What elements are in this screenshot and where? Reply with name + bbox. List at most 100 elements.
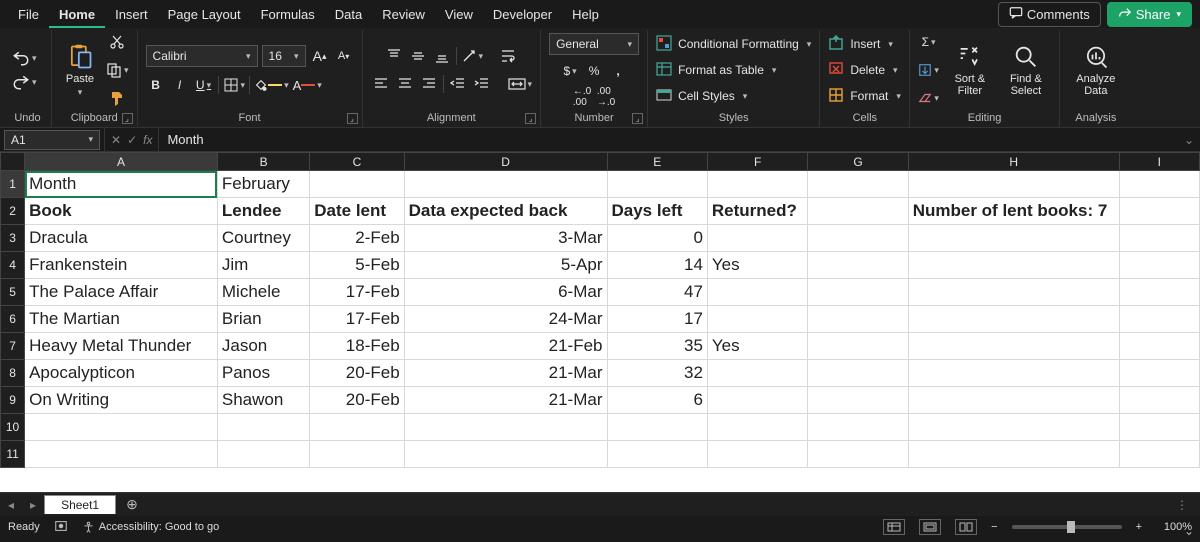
cell[interactable] [607, 441, 707, 468]
cell[interactable] [808, 333, 908, 360]
cell[interactable] [1119, 387, 1199, 414]
column-header[interactable]: E [607, 153, 707, 171]
cell[interactable]: Month [25, 171, 218, 198]
menu-tab-formulas[interactable]: Formulas [251, 3, 325, 26]
cell[interactable]: 17 [607, 306, 707, 333]
borders-button[interactable] [223, 75, 246, 95]
cell[interactable]: The Martian [25, 306, 218, 333]
font-launcher[interactable]: ⌟ [347, 113, 358, 124]
cell[interactable]: 0 [607, 225, 707, 252]
cell[interactable] [217, 414, 309, 441]
cell[interactable] [808, 414, 908, 441]
cell[interactable]: 14 [607, 252, 707, 279]
analyze-data-button[interactable]: Analyze Data [1068, 34, 1124, 106]
cell[interactable]: 20-Feb [310, 387, 404, 414]
cell[interactable]: Brian [217, 306, 309, 333]
cell[interactable] [1119, 171, 1199, 198]
align-top-button[interactable] [384, 46, 404, 66]
sheet-nav-next[interactable]: ▸ [22, 498, 44, 512]
increase-font-button[interactable]: A▴ [310, 46, 330, 66]
cell[interactable]: 21-Feb [404, 333, 607, 360]
cell[interactable]: Data expected back [404, 198, 607, 225]
merge-center-button[interactable] [508, 74, 533, 94]
cell[interactable]: 18-Feb [310, 333, 404, 360]
formula-expand-button[interactable]: ⌄ [1178, 133, 1200, 147]
cell[interactable] [808, 360, 908, 387]
cell[interactable]: Jim [217, 252, 309, 279]
cell[interactable]: Heavy Metal Thunder [25, 333, 218, 360]
cell[interactable]: Jason [217, 333, 309, 360]
cell[interactable] [808, 279, 908, 306]
cell[interactable]: Number of lent books: 7 [908, 198, 1119, 225]
select-all-corner[interactable] [1, 153, 25, 171]
cell-styles-button[interactable]: Cell Styles [656, 85, 747, 107]
enter-formula-icon[interactable]: ✓ [127, 133, 137, 147]
cell[interactable] [1119, 225, 1199, 252]
cell[interactable]: February [217, 171, 309, 198]
fx-icon[interactable]: fx [143, 133, 152, 147]
cell[interactable]: 20-Feb [310, 360, 404, 387]
row-header[interactable]: 10 [1, 414, 25, 441]
increase-indent-button[interactable] [472, 74, 492, 94]
cell[interactable] [310, 414, 404, 441]
cut-button[interactable] [107, 32, 127, 52]
cell[interactable]: 21-Mar [404, 387, 607, 414]
cells-delete-button[interactable]: Delete [828, 59, 897, 81]
cell[interactable] [908, 252, 1119, 279]
format-as-table-button[interactable]: Format as Table [656, 59, 776, 81]
alignment-launcher[interactable]: ⌟ [525, 113, 536, 124]
cell[interactable] [808, 171, 908, 198]
zoom-out-button[interactable]: − [991, 521, 997, 533]
name-box[interactable]: A1 ▾ [4, 130, 100, 150]
cell[interactable]: 21-Mar [404, 360, 607, 387]
redo-button[interactable] [12, 72, 37, 92]
cell[interactable] [908, 333, 1119, 360]
accessibility-status[interactable]: Accessibility: Good to go [82, 521, 219, 534]
cell[interactable] [404, 414, 607, 441]
align-left-button[interactable] [371, 74, 391, 94]
menu-tab-insert[interactable]: Insert [105, 3, 158, 26]
cell[interactable] [404, 441, 607, 468]
comments-button[interactable]: Comments [998, 2, 1101, 27]
italic-button[interactable]: I [170, 75, 190, 95]
number-format-combo[interactable]: General▾ [549, 33, 639, 55]
orientation-button[interactable] [461, 46, 484, 66]
column-header[interactable]: I [1119, 153, 1199, 171]
format-painter-button[interactable] [107, 88, 127, 108]
cell[interactable] [1119, 252, 1199, 279]
cell[interactable]: 17-Feb [310, 306, 404, 333]
cell[interactable]: Date lent [310, 198, 404, 225]
cell[interactable] [1119, 441, 1199, 468]
zoom-slider[interactable] [1012, 525, 1122, 529]
cell[interactable]: Days left [607, 198, 707, 225]
column-header[interactable]: H [908, 153, 1119, 171]
cell[interactable]: Frankenstein [25, 252, 218, 279]
column-header[interactable]: C [310, 153, 404, 171]
column-header[interactable]: B [217, 153, 309, 171]
cell[interactable]: 6 [607, 387, 707, 414]
cell[interactable] [217, 441, 309, 468]
fill-color-button[interactable] [254, 75, 289, 95]
cell[interactable] [808, 306, 908, 333]
cell[interactable]: Michele [217, 279, 309, 306]
row-header[interactable]: 1 [1, 171, 25, 198]
cell[interactable]: Book [25, 198, 218, 225]
cell[interactable] [1119, 333, 1199, 360]
cell[interactable]: 5-Feb [310, 252, 404, 279]
menu-tab-view[interactable]: View [435, 3, 483, 26]
column-header[interactable]: A [25, 153, 218, 171]
formula-input[interactable] [159, 128, 1178, 151]
font-size-combo[interactable]: 16▾ [262, 45, 306, 67]
column-header[interactable]: D [404, 153, 607, 171]
menu-tab-review[interactable]: Review [372, 3, 435, 26]
cells-format-button[interactable]: Format [828, 85, 901, 107]
cell[interactable]: Apocalypticon [25, 360, 218, 387]
cell[interactable] [707, 306, 807, 333]
cell[interactable]: 35 [607, 333, 707, 360]
view-normal-button[interactable] [883, 519, 905, 535]
row-header[interactable]: 9 [1, 387, 25, 414]
cell[interactable]: 2-Feb [310, 225, 404, 252]
cell[interactable] [404, 171, 607, 198]
macro-record-icon[interactable] [54, 519, 68, 536]
menu-tab-data[interactable]: Data [325, 3, 372, 26]
